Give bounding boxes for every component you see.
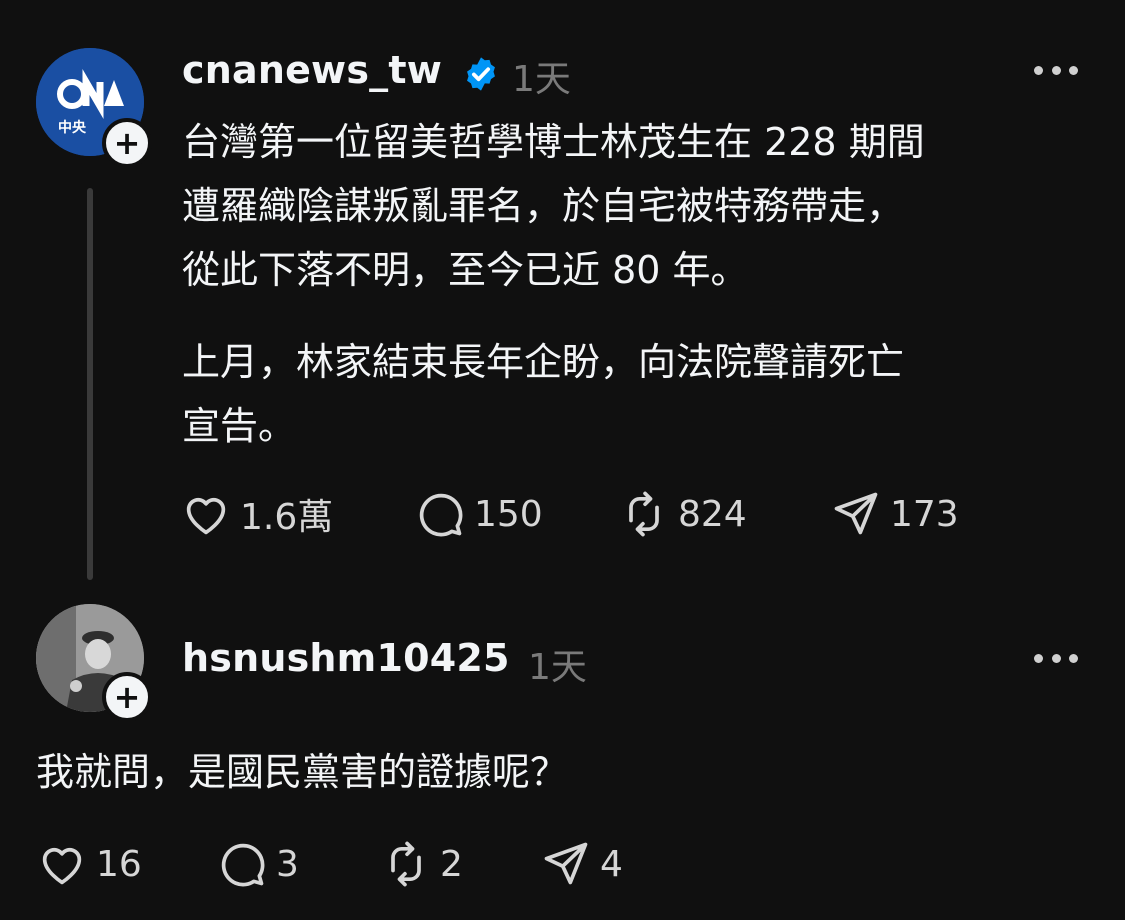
- like-button[interactable]: 1.6萬: [180, 488, 414, 540]
- more-icon[interactable]: [1034, 652, 1078, 664]
- reply-time: 1天: [528, 647, 587, 688]
- repost-button[interactable]: 2: [380, 838, 540, 890]
- more-icon[interactable]: [1034, 64, 1078, 76]
- comment-count: 3: [276, 843, 299, 885]
- comment-icon: [221, 843, 265, 887]
- share-button[interactable]: 4: [540, 838, 623, 890]
- share-count: 173: [890, 493, 959, 535]
- reply-actions: 16 3 2 4: [36, 838, 623, 890]
- like-count: 16: [96, 843, 142, 885]
- repost-count: 824: [678, 493, 747, 535]
- follow-plus-icon[interactable]: +: [102, 118, 152, 168]
- reply-text: 我就問，是國民黨害的證據呢？: [36, 750, 569, 794]
- repost-count: 2: [440, 843, 463, 885]
- share-icon: [544, 842, 588, 885]
- svg-text:中央: 中央: [58, 119, 87, 136]
- post-username[interactable]: cnanews_tw: [182, 48, 442, 92]
- comment-button[interactable]: 150: [414, 488, 618, 540]
- post-actions: 1.6萬 150 824 173: [180, 488, 959, 540]
- verified-icon: [467, 57, 495, 91]
- repost-button[interactable]: 824: [618, 488, 830, 540]
- comment-count: 150: [474, 493, 543, 535]
- heart-icon: [186, 497, 226, 535]
- comment-button[interactable]: 3: [216, 838, 380, 890]
- heart-icon: [42, 847, 82, 885]
- like-count: 1.6萬: [240, 497, 334, 538]
- reply-username[interactable]: hsnushm10425: [182, 636, 510, 680]
- follow-plus-icon[interactable]: +: [102, 672, 152, 722]
- share-button[interactable]: 173: [830, 488, 959, 540]
- thread-line: [87, 188, 93, 580]
- like-button[interactable]: 16: [36, 838, 216, 890]
- share-icon: [834, 492, 878, 535]
- post-paragraph-1: 台灣第一位留美哲學博士林茂生在 228 期間 遭羅織陰謀叛亂罪名，於自宅被特務帶…: [182, 120, 925, 292]
- post-time: 1天: [512, 59, 571, 100]
- repost-icon: [629, 491, 659, 537]
- comment-icon: [419, 493, 463, 537]
- post-paragraph-2: 上月，林家結束長年企盼，向法院聲請死亡 宣告。: [182, 340, 905, 448]
- repost-icon: [391, 841, 421, 887]
- share-count: 4: [600, 843, 623, 885]
